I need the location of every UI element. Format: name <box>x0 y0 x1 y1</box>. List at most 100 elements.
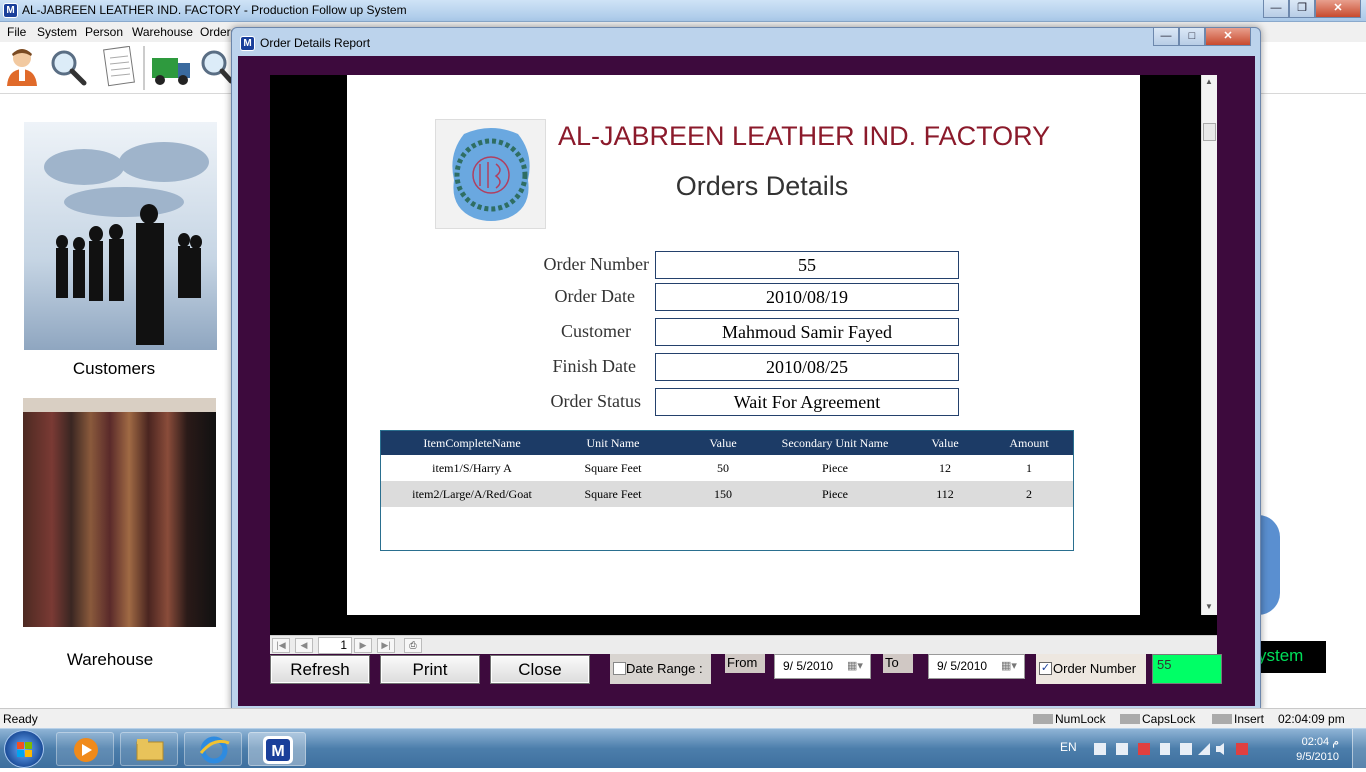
table-cell: Square Feet <box>584 461 642 475</box>
dialog-minimize-button[interactable]: — <box>1153 28 1179 46</box>
from-date-value: 9/ 5/2010 <box>783 659 834 673</box>
person-icon[interactable] <box>4 46 40 86</box>
column-header: Secondary Unit Name <box>781 436 889 450</box>
search-warehouse-icon[interactable] <box>198 48 234 88</box>
warehouse-label[interactable]: Warehouse <box>20 650 200 670</box>
order-number-group: ✓ Order Number <box>1036 654 1146 684</box>
table-cell: 1 <box>1026 461 1032 475</box>
order-status-label: Order Status <box>550 391 641 411</box>
to-date-value: 9/ 5/2010 <box>937 659 988 673</box>
search-person-icon[interactable] <box>48 48 88 88</box>
order-number-checkbox[interactable]: ✓ <box>1039 662 1052 675</box>
app-icon: M <box>3 3 18 18</box>
system-tray-icons[interactable] <box>1092 741 1262 757</box>
calendar-icon[interactable]: ▦▾ <box>1001 655 1017 678</box>
order-date-label: Order Date <box>554 286 635 306</box>
menu-warehouse[interactable]: Warehouse <box>132 25 193 39</box>
report-viewer: AL-JABREEN LEATHER IND. FACTORY Orders D… <box>270 75 1217 635</box>
dialog-title: Order Details Report <box>260 36 371 50</box>
report-heading: Orders Details <box>675 171 849 201</box>
first-page-icon[interactable]: |◀ <box>272 638 290 653</box>
menu-file[interactable]: File <box>7 25 26 39</box>
table-cell: item2/Large/A/Red/Goat <box>412 487 532 501</box>
date-range-checkbox[interactable] <box>613 662 626 675</box>
order-date-value: 2010/08/19 <box>655 283 959 311</box>
column-header: Value <box>709 436 737 450</box>
table-cell: 150 <box>714 487 732 501</box>
left-panel: Customers Warehouse <box>0 95 232 707</box>
column-header: Unit Name <box>586 436 640 450</box>
customer-value: Mahmoud Samir Fayed <box>655 318 959 346</box>
dialog-close-button[interactable]: ✕ <box>1205 28 1251 46</box>
column-header: Value <box>931 436 959 450</box>
order-details-dialog: M Order Details Report — □ ✕ AL-JABREEN … <box>231 27 1261 711</box>
scroll-thumb[interactable] <box>1203 123 1216 141</box>
language-indicator[interactable]: EN <box>1060 740 1077 754</box>
scroll-up-arrow-icon[interactable]: ▲ <box>1205 77 1213 86</box>
print-report-icon[interactable]: ⎙ <box>404 638 422 653</box>
column-header: Amount <box>1009 436 1049 450</box>
dialog-app-icon: M <box>240 36 255 51</box>
to-date-picker[interactable]: 9/ 5/2010 ▦▾ <box>928 654 1025 679</box>
status-time: 02:04:09 pm <box>1278 712 1345 726</box>
insert-label: Insert <box>1234 712 1265 726</box>
warehouse-image[interactable] <box>23 398 216 627</box>
order-number-input[interactable]: 55 <box>1152 654 1222 684</box>
menu-person[interactable]: Person <box>85 25 123 39</box>
system-label-fragment: ystem <box>1258 641 1326 673</box>
numlock-label: NumLock <box>1055 712 1106 726</box>
refresh-button[interactable]: Refresh <box>270 655 370 684</box>
media-player-taskbar-icon[interactable] <box>56 732 114 766</box>
explorer-taskbar-icon[interactable] <box>120 732 178 766</box>
restore-button[interactable]: ❐ <box>1289 0 1315 18</box>
date-range-group: Date Range : <box>610 654 711 684</box>
status-bar: Ready NumLock CapsLock Insert 02:04:09 p… <box>0 708 1366 728</box>
main-title-bar: M AL-JABREEN LEATHER IND. FACTORY - Prod… <box>0 0 1366 22</box>
last-page-icon[interactable]: ▶| <box>377 638 395 653</box>
app-taskbar-icon[interactable]: M <box>248 732 306 766</box>
table-cell: Piece <box>822 461 848 475</box>
report-page: AL-JABREEN LEATHER IND. FACTORY Orders D… <box>347 75 1140 615</box>
from-label: From <box>727 655 758 670</box>
warehouse-ceiling <box>23 398 216 412</box>
table-cell: 2 <box>1026 487 1032 501</box>
from-date-picker[interactable]: 9/ 5/2010 ▦▾ <box>774 654 871 679</box>
table-header: ItemCompleteName Unit Name Value Seconda… <box>381 431 1073 455</box>
order-status-value: Wait For Agreement <box>655 388 959 416</box>
previous-page-icon[interactable]: ◀ <box>295 638 313 653</box>
clock-date: 9/5/2010 <box>1296 751 1339 763</box>
scroll-down-arrow-icon[interactable]: ▼ <box>1205 602 1213 611</box>
capslock-indicator-icon <box>1120 714 1140 724</box>
report-document-icon[interactable] <box>100 45 138 88</box>
table-row: item2/Large/A/Red/Goat Square Feet 150 P… <box>381 481 1073 507</box>
print-button[interactable]: Print <box>380 655 480 684</box>
customers-label[interactable]: Customers <box>24 359 204 379</box>
customer-label: Customer <box>561 321 631 341</box>
internet-explorer-taskbar-icon[interactable] <box>184 732 242 766</box>
close-button[interactable]: Close <box>490 655 590 684</box>
table-cell: Square Feet <box>584 487 642 501</box>
main-window-title: AL-JABREEN LEATHER IND. FACTORY - Produc… <box>22 3 407 17</box>
capslock-label: CapsLock <box>1142 712 1196 726</box>
truck-icon[interactable] <box>150 48 192 88</box>
status-text: Ready <box>3 712 38 726</box>
page-number-field[interactable]: 1 <box>318 637 352 654</box>
to-label: To <box>885 655 899 670</box>
minimize-button[interactable]: — <box>1263 0 1289 18</box>
close-window-button[interactable]: ✕ <box>1315 0 1361 18</box>
report-company-name: AL-JABREEN LEATHER IND. FACTORY <box>558 121 1051 151</box>
dialog-maximize-button[interactable]: □ <box>1179 28 1205 46</box>
column-header: ItemCompleteName <box>423 436 521 450</box>
customers-image[interactable] <box>24 122 217 350</box>
report-vertical-scrollbar[interactable]: ▲ ▼ <box>1201 75 1217 615</box>
next-page-icon[interactable]: ▶ <box>354 638 372 653</box>
show-desktop-button[interactable] <box>1352 729 1366 769</box>
toolbar-separator <box>143 46 145 90</box>
table-cell: 12 <box>939 461 951 475</box>
finish-date-label: Finish Date <box>552 356 637 376</box>
start-button[interactable] <box>4 730 44 768</box>
report-navigation-bar: |◀ ◀ 1 ▶ ▶| ⎙ <box>270 635 1217 654</box>
calendar-icon[interactable]: ▦▾ <box>847 655 863 678</box>
menu-system[interactable]: System <box>37 25 77 39</box>
order-number-value: 55 <box>655 251 959 279</box>
